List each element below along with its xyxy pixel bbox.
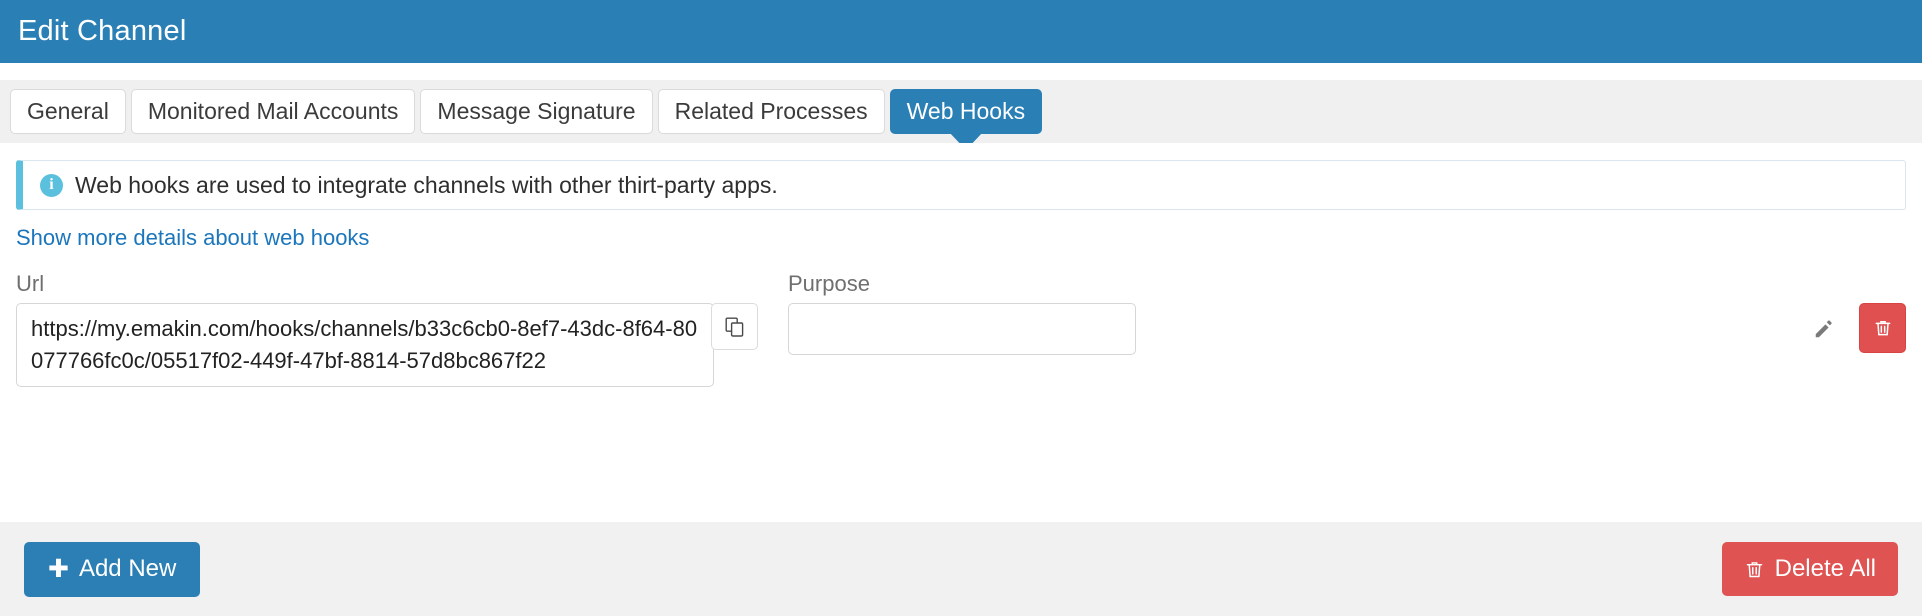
tab-monitored-mail-accounts-label: Monitored Mail Accounts [147,98,399,124]
purpose-input[interactable] [788,303,1136,355]
add-new-button[interactable]: ✚ Add New [24,541,201,597]
web-hook-row: Url https://my.emakin.com/hooks/channels… [16,273,1906,387]
copy-url-button[interactable] [711,303,758,350]
tab-bar: General Monitored Mail Accounts Message … [0,80,1922,143]
trash-icon [1744,559,1765,580]
delete-web-hook-button[interactable] [1859,303,1906,353]
edit-purpose-button[interactable] [1812,317,1836,341]
info-circle-icon: i [40,173,63,197]
purpose-field-group: Purpose [788,273,1906,355]
plus-icon: ✚ [48,554,69,583]
edit-channel-window: Edit Channel General Monitored Mail Acco… [0,0,1922,616]
purpose-input-container [788,303,1846,355]
tab-web-hooks[interactable]: Web Hooks [889,89,1043,134]
delete-all-label: Delete All [1774,555,1876,582]
page-title: Edit Channel [18,15,187,47]
tab-monitored-mail-accounts[interactable]: Monitored Mail Accounts [130,89,416,134]
tab-related-processes[interactable]: Related Processes [657,89,885,134]
pencil-icon [1813,318,1835,340]
action-bar: ✚ Add New Delete All [0,522,1922,616]
header-spacer [0,63,1922,80]
info-alert-text: Web hooks are used to integrate channels… [75,171,778,198]
tab-panel-web-hooks: i Web hooks are used to integrate channe… [0,143,1922,522]
tab-message-signature-label: Message Signature [437,98,636,124]
info-alert: i Web hooks are used to integrate channe… [16,160,1906,210]
copy-icon [724,316,746,338]
tab-message-signature[interactable]: Message Signature [420,89,653,134]
tab-related-processes-label: Related Processes [674,98,868,124]
tab-general-label: General [27,98,109,124]
tab-general[interactable]: General [10,89,126,134]
tab-web-hooks-label: Web Hooks [906,98,1026,124]
url-label: Url [16,271,45,296]
show-more-details-link[interactable]: Show more details about web hooks [16,225,369,251]
trash-icon [1873,318,1893,338]
url-input[interactable]: https://my.emakin.com/hooks/channels/b33… [16,303,714,387]
url-input-wrap: https://my.emakin.com/hooks/channels/b33… [16,303,758,387]
delete-all-button[interactable]: Delete All [1721,542,1898,596]
url-field-group: Url https://my.emakin.com/hooks/channels… [16,273,758,387]
window-header: Edit Channel [0,0,1922,63]
purpose-label: Purpose [788,271,870,296]
add-new-label: Add New [78,555,177,582]
purpose-input-wrap [788,303,1906,355]
